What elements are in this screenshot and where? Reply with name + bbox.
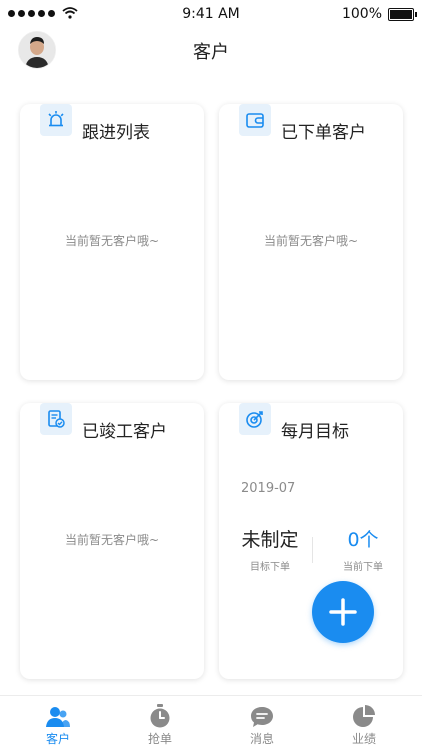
customer-icon: [46, 707, 70, 727]
tab-bar: 客户 抢单 消息 业绩: [0, 695, 422, 751]
card-title: 每月目标: [281, 422, 349, 442]
tab-performance[interactable]: 业绩: [324, 702, 404, 747]
battery-percent: 100%: [341, 6, 382, 22]
tab-label: 业绩: [351, 732, 376, 746]
page-title: 客户: [193, 42, 229, 63]
empty-message: 当前暂无客户哦~: [263, 234, 359, 248]
divider: [312, 537, 313, 563]
empty-message: 当前暂无客户哦~: [64, 234, 160, 248]
goal-value: 未制定: [241, 529, 299, 551]
tab-grab-orders[interactable]: 抢单: [120, 702, 200, 747]
target-icon: [239, 403, 271, 435]
card-title: 已下单客户: [281, 123, 366, 143]
plus-icon: [329, 598, 357, 626]
pie-chart-icon: [353, 705, 375, 727]
stopwatch-icon: [150, 704, 170, 728]
tab-label: 抢单: [147, 732, 172, 746]
add-goal-button[interactable]: [312, 581, 374, 643]
tab-messages[interactable]: 消息: [222, 702, 302, 747]
monthly-goal-card[interactable]: 每月目标 2019-07 未制定 目标下单 0个 当前下单: [219, 403, 403, 679]
current-label: 当前下单: [343, 562, 383, 573]
card-title: 已竣工客户: [82, 422, 167, 442]
goal-month: 2019-07: [241, 481, 296, 496]
card-title: 跟进列表: [82, 123, 150, 143]
wallet-icon: [239, 104, 271, 136]
goal-stat: 未制定 目标下单: [227, 525, 313, 573]
alarm-light-icon: [40, 104, 72, 136]
tab-label: 消息: [249, 732, 274, 746]
current-stat: 0个 当前下单: [331, 525, 395, 573]
header: 客户: [0, 30, 422, 70]
current-value: 0个: [347, 529, 379, 551]
follow-up-card[interactable]: 跟进列表 当前暂无客户哦~: [20, 104, 204, 380]
tab-customers[interactable]: 客户: [18, 702, 98, 747]
empty-message: 当前暂无客户哦~: [64, 533, 160, 547]
completed-customers-card[interactable]: 已竣工客户 当前暂无客户哦~: [20, 403, 204, 679]
status-bar: 9:41 AM 100%: [0, 0, 422, 28]
battery-icon: [388, 7, 417, 21]
ordered-customers-card[interactable]: 已下单客户 当前暂无客户哦~: [219, 104, 403, 380]
goal-label: 目标下单: [250, 562, 290, 573]
tab-label: 客户: [45, 732, 70, 746]
document-check-icon: [40, 403, 72, 435]
message-icon: [251, 707, 273, 727]
